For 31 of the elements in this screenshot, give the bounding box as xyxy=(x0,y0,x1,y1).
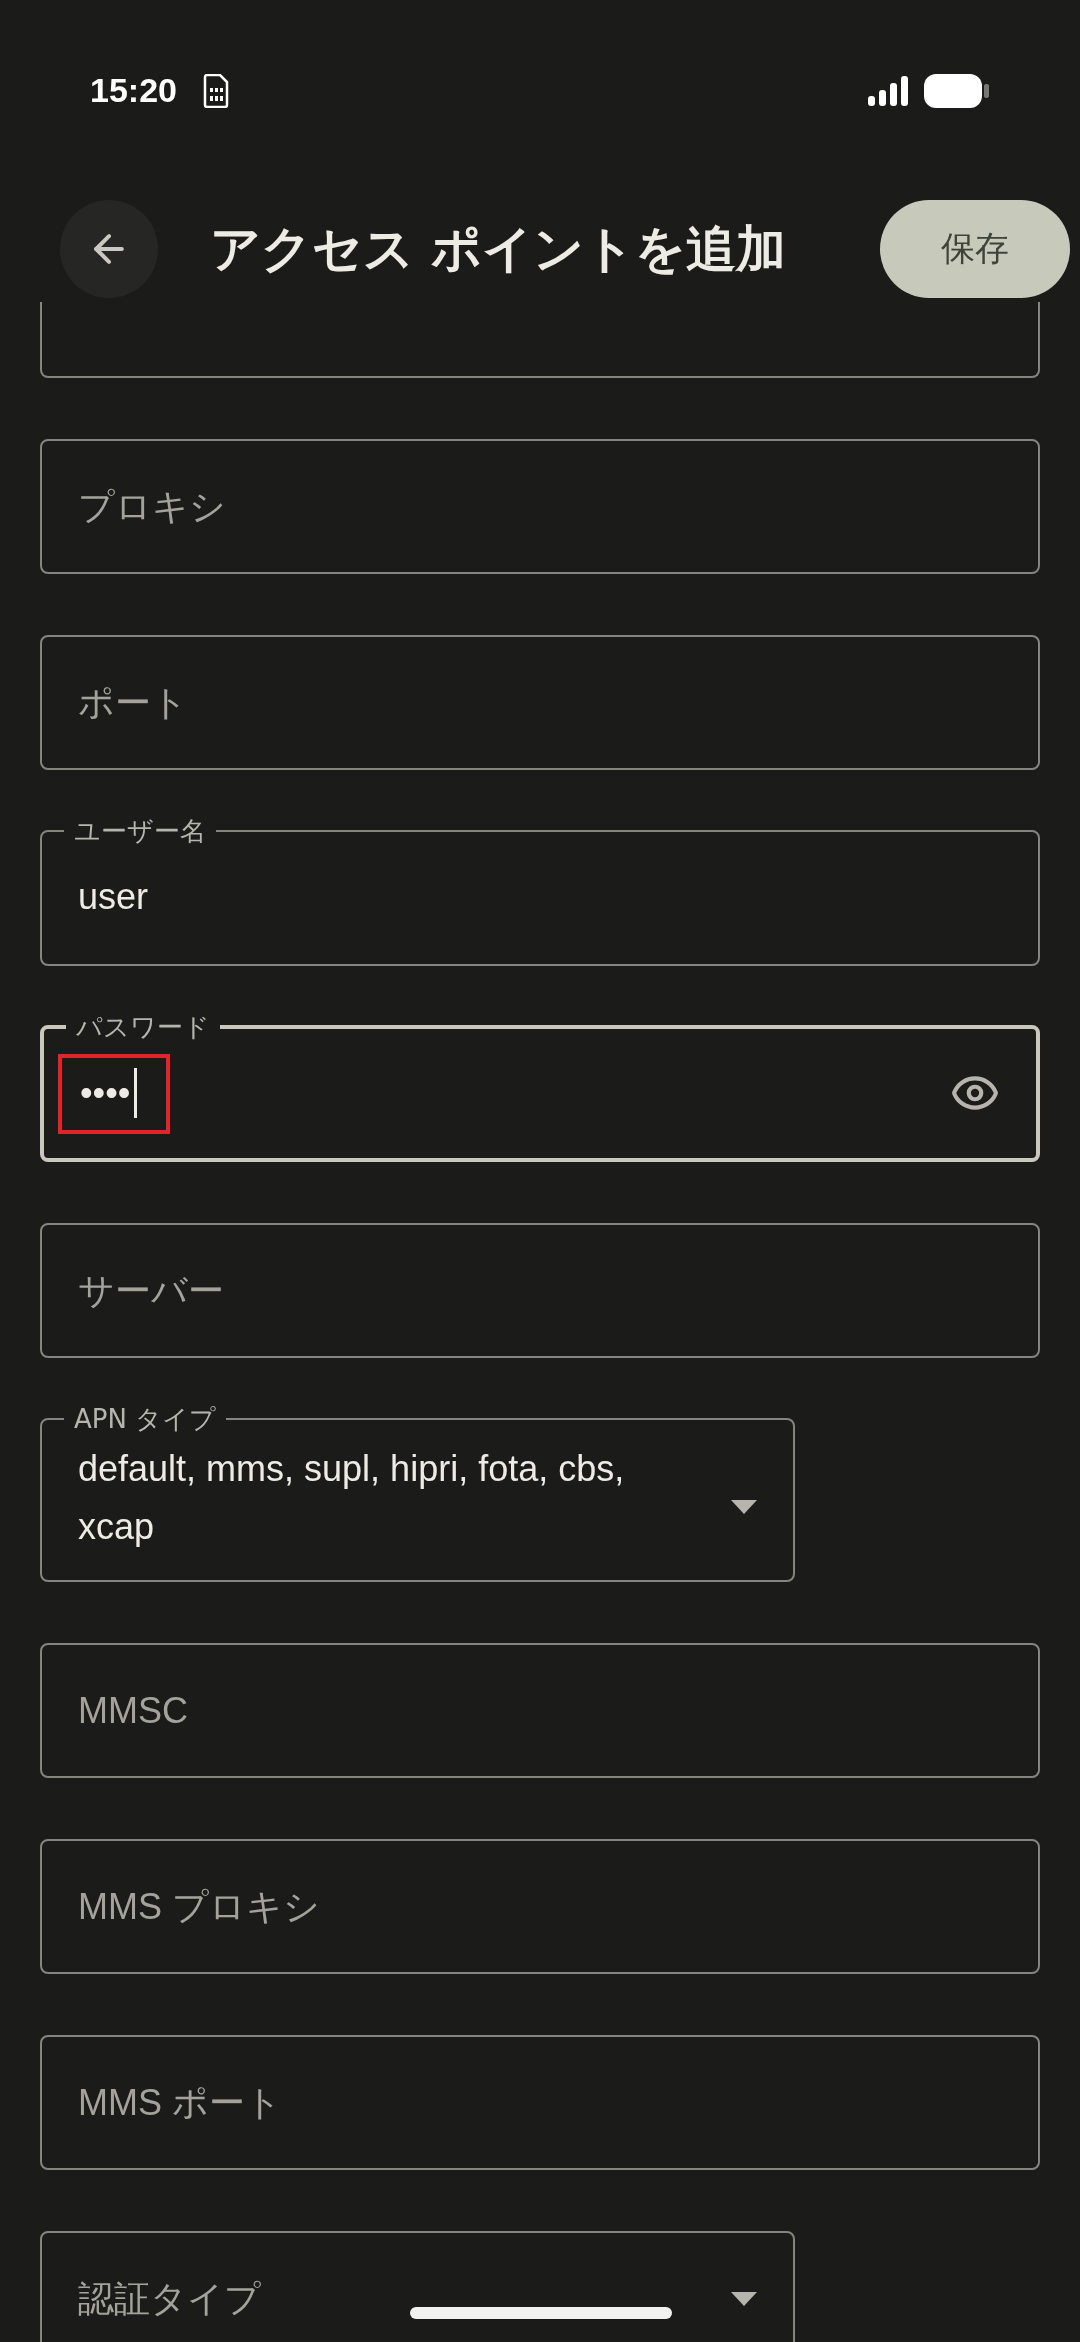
battery-icon xyxy=(924,74,990,108)
field-label: パスワード xyxy=(75,1012,211,1042)
dropdown-caret-icon xyxy=(731,1500,757,1514)
input-field[interactable]: プロキシ xyxy=(40,439,1040,574)
field-placeholder: ポート xyxy=(78,680,188,725)
field-placeholder: MMS ポート xyxy=(78,2080,282,2125)
input-field[interactable]: ユーザー名 user xyxy=(40,816,1040,966)
text-cursor xyxy=(134,1067,138,1118)
field-placeholder: MMSC xyxy=(78,1688,188,1733)
field-placeholder: サーバー xyxy=(78,1268,224,1313)
field-value: default, mms, supl, hipri, fota, cbs, xcap xyxy=(78,1447,626,1549)
field-placeholder: 認証タイプ xyxy=(78,2276,261,2321)
input-field[interactable]: MMS プロキシ xyxy=(40,1839,1040,1974)
dropdown-field[interactable]: APN タイプ default, mms, supl, hipri, fota, cbs, xcap xyxy=(40,1404,795,1582)
input-field[interactable]: サーバー xyxy=(40,1223,1040,1358)
field-label: ユーザー名 xyxy=(73,816,207,846)
input-field[interactable]: MMSC xyxy=(40,1643,1040,1778)
page-title: アクセス ポイントを追加 xyxy=(210,218,788,280)
input-field[interactable]: ポート xyxy=(40,635,1040,770)
field-placeholder: プロキシ xyxy=(78,484,226,529)
field-value: user xyxy=(78,874,149,919)
field-label: APN タイプ xyxy=(73,1404,218,1434)
status-time: 15:20 xyxy=(90,70,177,111)
input-field[interactable]: MMS ポート xyxy=(40,2035,1040,2170)
sim-card-icon xyxy=(202,74,229,108)
field-placeholder: MMS プロキシ xyxy=(78,1884,320,1929)
signal-icon xyxy=(868,76,910,106)
save-button[interactable]: 保存 xyxy=(880,200,1070,298)
dropdown-caret-icon xyxy=(731,2291,757,2306)
field-value: •••• xyxy=(80,1070,131,1115)
input-field[interactable] xyxy=(40,302,1040,378)
